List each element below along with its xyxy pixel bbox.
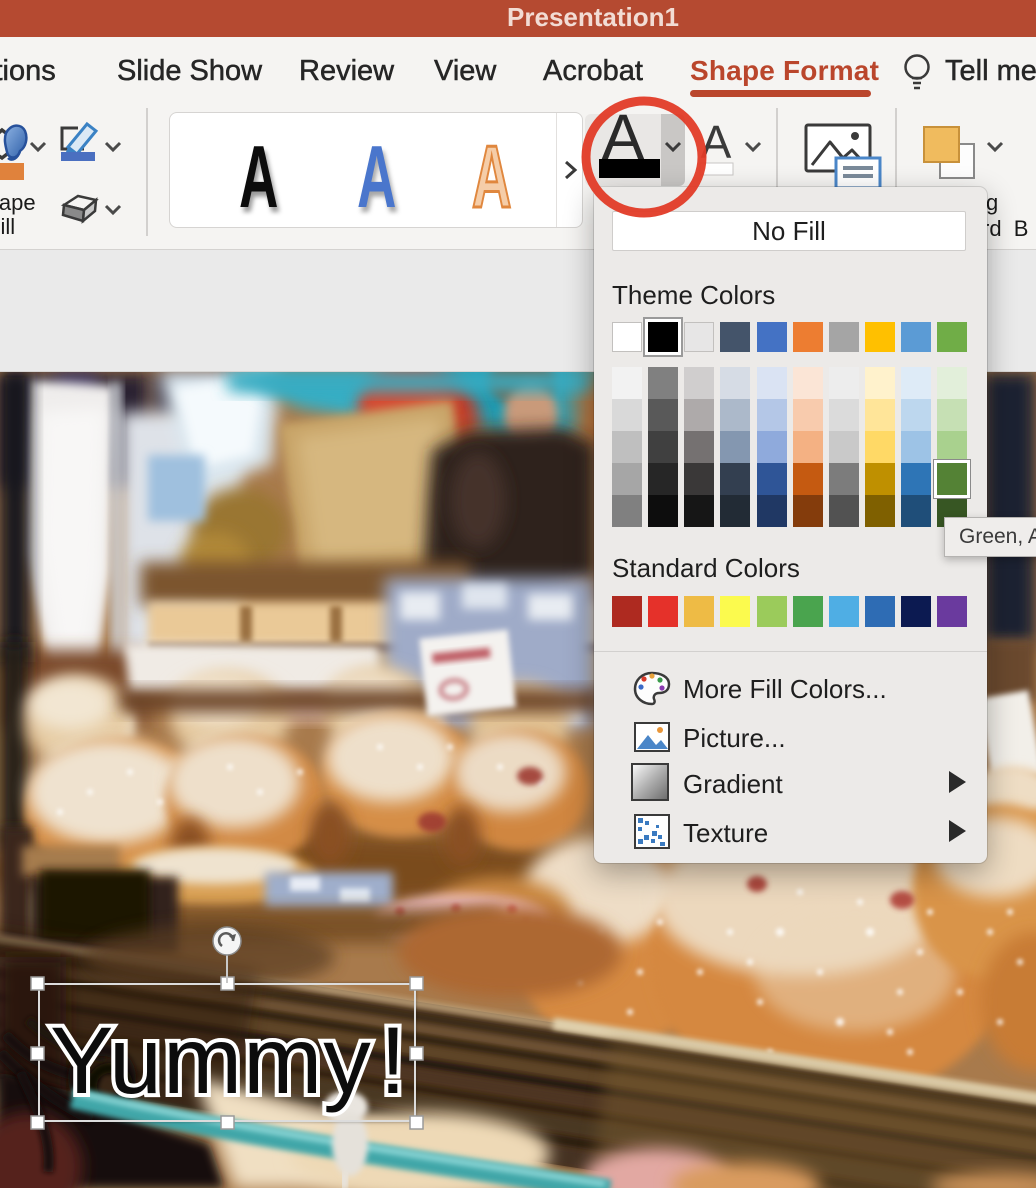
svg-text:Yummy!: Yummy! bbox=[50, 1008, 407, 1114]
